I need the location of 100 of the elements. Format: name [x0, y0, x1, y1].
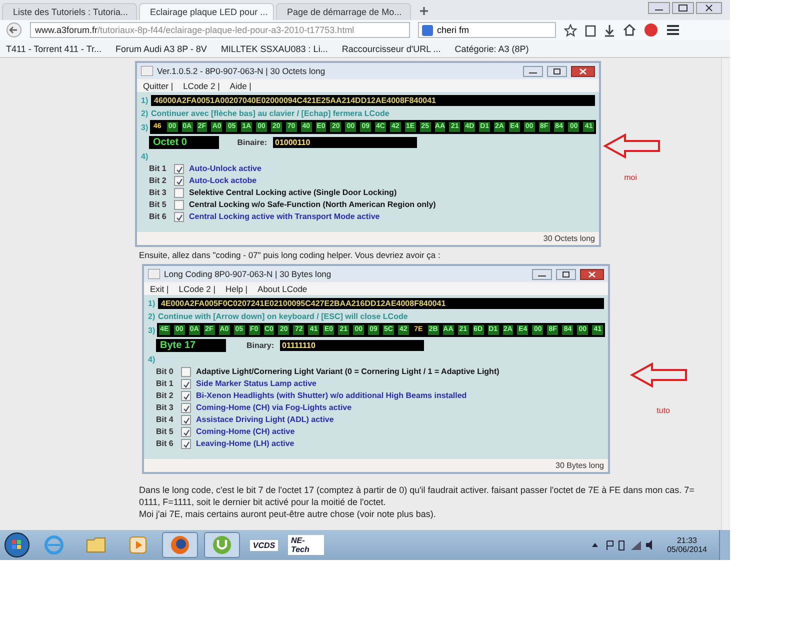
star-icon[interactable]: [564, 24, 577, 36]
status-text: 30 Bytes long: [556, 461, 604, 470]
checkbox[interactable]: [174, 212, 184, 222]
bit-label: Bit 1: [149, 164, 168, 174]
option-label: Adaptive Light/Cornering Light Variant (0 = Cornering Light / 1 = Adaptive Light): [196, 367, 500, 377]
instruction-text: Continue with [Arrow down] on keyboard / [ESC] will close LCode: [158, 312, 408, 321]
article-text: Ensuite, allez dans "coding - 07" puis long coding helper. Vous devriez avoir ça :: [139, 250, 442, 260]
tray-icons-drawing: [590, 539, 655, 551]
code-field[interactable]: 46000A2FA0051A00207040E02000094C421E25AA214DD12AE4008F840041: [151, 95, 595, 106]
article-text: Dans le long code, c'est le bit 7 de l'octet 17 (comptez à partir de 0) qu'il faudrait activer. faisant passer l'octet de 7E à FE dans mon cas. 7= 0111, F=1111, soit le dernier bit activé pour la moitié de l'octet.: [139, 484, 696, 508]
scrollbar[interactable]: [721, 58, 730, 530]
option-label: Bi-Xenon Headlights (with Shutter) w/o additional High Beams installed: [196, 391, 467, 401]
minimize-icon[interactable]: [532, 268, 552, 280]
close-icon[interactable]: [571, 66, 595, 76]
bit-label: Bit 6: [149, 212, 168, 222]
download-icon[interactable]: [604, 24, 615, 36]
bit-label: Bit 1: [156, 379, 174, 389]
byte-index-field: Octet 0: [149, 136, 219, 149]
menu-item[interactable]: Exit |: [150, 284, 169, 294]
window-title: Long Coding 8P0-907-063-N | 30 Bytes long: [164, 269, 332, 279]
code-field[interactable]: 4E000A2FA005F0C0207241E02100095C427E2BAA216DD12AE4008F840041: [158, 298, 604, 309]
checkbox[interactable]: [174, 176, 184, 186]
option-label: Coming-Home (CH) via Fog-Lights active: [196, 403, 352, 413]
menu-item[interactable]: LCode 2 |: [178, 284, 216, 294]
status-text: 30 Octets long: [543, 234, 595, 243]
home-icon[interactable]: [623, 24, 636, 36]
option-label: Central Locking active with Transport Mode active: [189, 212, 380, 222]
back-icon[interactable]: [6, 22, 22, 38]
menu-item[interactable]: Help |: [225, 284, 248, 294]
address-bar[interactable]: www.a3forum.fr/tutoriaux-8p-f44/eclairage-plaque-led-pour-a3-2010-t17753.html: [30, 22, 410, 38]
option-label: Side Marker Status Lamp active: [196, 379, 316, 389]
browser-tab[interactable]: Eclairage plaque LED pour ...: [139, 3, 274, 20]
step-number: 3): [148, 326, 156, 334]
checkbox[interactable]: [181, 367, 191, 377]
bit-label: Bit 2: [149, 176, 168, 186]
option-label: Auto-Unlock active: [189, 164, 262, 174]
search-engine-icon[interactable]: [422, 24, 433, 36]
maximize-icon[interactable]: [547, 66, 567, 76]
bit-label: Bit 5: [149, 200, 168, 210]
bookmark[interactable]: MILLTEK SSXAU083 : Li...: [220, 44, 328, 54]
maximize-icon[interactable]: [672, 2, 694, 14]
checkbox[interactable]: [181, 379, 191, 389]
browser-tab[interactable]: Liste des Tutoriels : Tutoria...: [2, 3, 137, 20]
bit-label: Bit 0: [156, 367, 174, 377]
start-button[interactable]: [4, 532, 30, 558]
taskbar-app-button[interactable]: VCDS: [246, 532, 282, 558]
close-icon[interactable]: [580, 268, 604, 280]
menu-item[interactable]: Quitter |: [143, 80, 174, 90]
binary-label: Binaire:: [236, 138, 267, 147]
checkbox[interactable]: [181, 439, 191, 449]
option-label: Assistace Driving Light (ADL) active: [196, 415, 334, 425]
taskbar-button[interactable]: [162, 532, 198, 558]
app-icon: [141, 66, 153, 76]
browser-tab[interactable]: Page de démarrage de Mo...: [276, 3, 411, 20]
checkbox[interactable]: [174, 164, 184, 174]
step-number: 4): [148, 355, 156, 364]
step-number: 1): [148, 299, 156, 308]
bit-label: Bit 5: [156, 427, 174, 437]
option-label: Central Locking w/o Safe-Function (North American Region only): [189, 200, 436, 210]
step-number: 2): [141, 109, 149, 118]
bookmark[interactable]: T411 - Torrent 411 - Tr...: [6, 44, 102, 54]
instruction-text: Continuer avec [flèche bas] au clavier / [Echap] fermera LCode: [151, 109, 390, 118]
taskbar-button[interactable]: [204, 532, 240, 558]
minimize-icon[interactable]: [648, 2, 670, 14]
bit-label: Bit 3: [156, 403, 174, 413]
bookmark[interactable]: Raccourcisseur d'URL ...: [342, 44, 441, 54]
bookmark[interactable]: Forum Audi A3 8P - 8V: [116, 44, 207, 54]
taskbar-app-button[interactable]: NE-Tech: [288, 532, 324, 558]
play-icon: [129, 536, 147, 554]
menu-item[interactable]: Aide |: [230, 80, 252, 90]
arrow-drawing: [603, 133, 661, 159]
torrent-icon: [212, 535, 232, 555]
browser-e-icon: [44, 535, 64, 555]
checkbox[interactable]: [181, 427, 191, 437]
clipboard-icon[interactable]: [585, 24, 596, 36]
checkbox[interactable]: [174, 200, 184, 210]
bookmark[interactable]: Catégorie: A3 (8P): [454, 44, 529, 54]
minimize-icon[interactable]: [523, 66, 543, 76]
binary-label: Binary:: [245, 341, 274, 350]
bit-label: Bit 6: [156, 439, 174, 449]
annotation-text: tuto: [656, 406, 670, 415]
checkbox[interactable]: [181, 403, 191, 413]
search-field[interactable]: cheri fm: [418, 22, 556, 38]
new-tab-icon[interactable]: [419, 6, 429, 16]
menu-item[interactable]: About LCode: [258, 284, 308, 294]
menu-item[interactable]: LCode 2 |: [183, 80, 220, 90]
folder-icon: [86, 536, 106, 554]
binary-field: 01000110: [273, 137, 417, 148]
maximize-icon[interactable]: [556, 268, 576, 280]
window-title: Ver.1.0.5.2 - 8P0-907-063-N | 30 Octets long: [157, 66, 326, 76]
step-number: 3): [141, 122, 149, 132]
menu-icon[interactable]: [666, 24, 680, 36]
checkbox[interactable]: [174, 188, 184, 198]
binary-field: 01111110: [280, 340, 424, 351]
addon-icon[interactable]: [644, 23, 658, 37]
bit-label: Bit 2: [156, 391, 174, 401]
close-icon[interactable]: [696, 2, 722, 14]
arrow-drawing: [630, 362, 688, 388]
checkbox[interactable]: [181, 391, 191, 401]
checkbox[interactable]: [181, 415, 191, 425]
